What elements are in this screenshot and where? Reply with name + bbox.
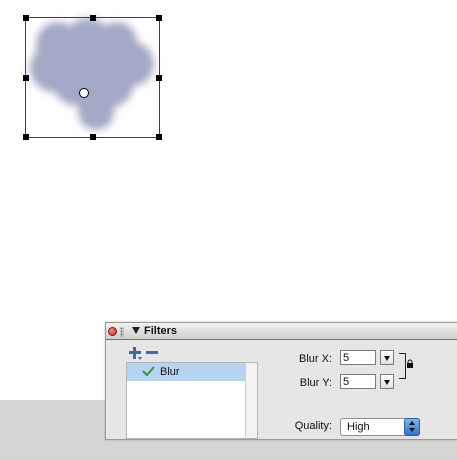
filter-list-scrollbar[interactable]	[245, 363, 257, 438]
selection-box[interactable]	[23, 15, 162, 140]
resize-handle-bottom-center[interactable]	[90, 134, 96, 140]
select-arrows-icon	[404, 418, 420, 436]
up-arrow	[409, 421, 415, 425]
chevron-down-icon	[384, 380, 390, 385]
panel-grip-icon[interactable]	[120, 327, 124, 337]
blur-y-label: Blur Y:	[299, 377, 332, 389]
check-icon	[142, 366, 155, 376]
blur-x-dropdown-button[interactable]	[380, 350, 394, 365]
close-icon[interactable]	[108, 327, 117, 336]
quality-label: Quality:	[294, 420, 332, 432]
triangle-down-icon[interactable]	[132, 327, 140, 334]
resize-handle-middle-left[interactable]	[23, 75, 29, 81]
blur-x-label: Blur X:	[298, 353, 332, 365]
remove-filter-button[interactable]	[146, 351, 158, 354]
filters-panel: Filters Blur Blur X: 5 Blur Y: 5 Quality…	[105, 322, 457, 440]
resize-handle-top-center[interactable]	[90, 15, 96, 21]
down-arrow	[409, 428, 415, 432]
filter-list[interactable]: Blur	[126, 362, 258, 439]
add-filter-button[interactable]	[128, 346, 142, 360]
resize-handle-bottom-left[interactable]	[23, 134, 29, 140]
resize-handle-top-right[interactable]	[156, 15, 162, 21]
lock-icon[interactable]	[406, 359, 414, 369]
quality-select-value: High	[347, 421, 370, 433]
resize-handle-bottom-right[interactable]	[156, 134, 162, 140]
blur-y-dropdown-button[interactable]	[380, 374, 394, 389]
lock-bracket	[399, 353, 406, 379]
transform-center-handle[interactable]	[79, 88, 89, 98]
resize-handle-top-left[interactable]	[23, 15, 29, 21]
plus-vertical	[133, 347, 136, 359]
list-item[interactable]: Blur	[127, 363, 245, 381]
chevron-down-icon	[384, 356, 390, 361]
stage: Filters Blur Blur X: 5 Blur Y: 5 Quality…	[0, 0, 457, 460]
blur-x-input[interactable]: 5	[340, 350, 376, 365]
filters-panel-header[interactable]: Filters	[106, 323, 457, 340]
panel-title: Filters	[144, 325, 178, 337]
add-filter-menu-icon	[138, 357, 142, 360]
resize-handle-middle-right[interactable]	[156, 75, 162, 81]
filters-panel-body: Blur Blur X: 5 Blur Y: 5 Quality: High	[106, 340, 457, 439]
blur-y-input[interactable]: 5	[340, 374, 376, 389]
quality-select[interactable]: High	[340, 418, 420, 436]
filter-item-label: Blur	[160, 366, 180, 378]
